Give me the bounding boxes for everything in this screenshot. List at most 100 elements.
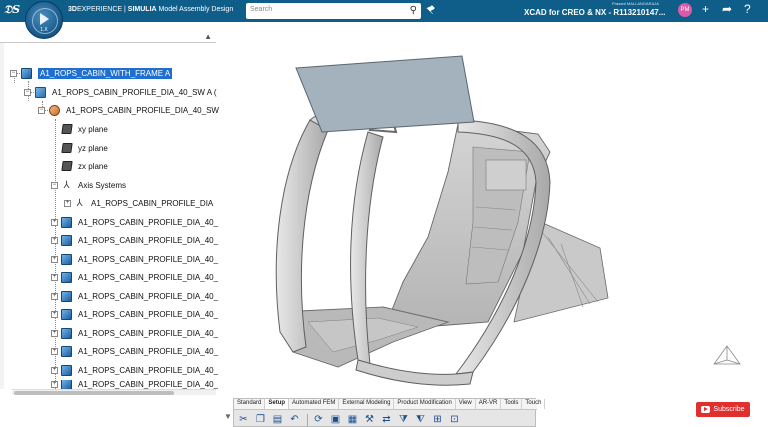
tree-node-body[interactable]: + A1_ROPS_CABIN_PROFILE_DIA_40_ <box>51 325 218 341</box>
tree-horizontal-scrollbar[interactable] <box>12 389 216 395</box>
tree-node-body[interactable]: + A1_ROPS_CABIN_PROFILE_DIA_40_ <box>51 232 218 248</box>
expand-toggle-icon[interactable]: + <box>51 236 58 244</box>
tree-node-label: A1_ROPS_CABIN_WITH_FRAME A <box>38 67 173 79</box>
tree-node-body[interactable]: + A1_ROPS_CABIN_PROFILE_DIA_40_ <box>51 214 218 230</box>
collapse-toggle-icon[interactable]: − <box>51 181 58 189</box>
tree-node-axis-child[interactable]: + ⅄ A1_ROPS_CABIN_PROFILE_DIA <box>64 195 213 211</box>
action-bar-expand-icon[interactable]: ▼ <box>224 412 232 421</box>
action-bar-tabs: Standard Setup Automated FEM External Mo… <box>234 399 546 410</box>
compass-button[interactable]: 1.X <box>25 1 63 39</box>
tab-ar-vr[interactable]: AR-VR <box>476 399 502 409</box>
expand-toggle-icon[interactable]: + <box>51 255 58 263</box>
tree-node-label: A1_ROPS_CABIN_PROFILE_DIA_40_ <box>78 291 219 301</box>
add-icon[interactable]: + <box>702 2 709 16</box>
scrollbar-thumb[interactable] <box>14 391 174 395</box>
subscribe-button[interactable]: Subscribe <box>696 402 750 417</box>
tab-standard[interactable]: Standard <box>234 399 266 409</box>
expand-toggle-icon[interactable]: + <box>51 347 58 355</box>
tree-node-label: A1_ROPS_CABIN_PROFILE_DIA_40_ <box>78 328 219 338</box>
tree-vertical-scrollbar[interactable] <box>0 43 4 389</box>
tree-node-product[interactable]: − A1_ROPS_CABIN_PROFILE_DIA_40_SW A ( <box>24 84 217 100</box>
dassault-logo: 𝔇S <box>4 3 21 16</box>
body-icon <box>61 345 72 357</box>
tree-node-root[interactable]: − A1_ROPS_CABIN_WITH_FRAME A <box>10 65 173 81</box>
tree-node-xy-plane[interactable]: xy plane <box>61 121 108 137</box>
collapse-toggle-icon[interactable]: − <box>10 69 17 77</box>
tree-node-axis-systems[interactable]: − ⅄ Axis Systems <box>51 177 126 193</box>
tab-automated-fem[interactable]: Automated FEM <box>289 399 340 409</box>
insert-part-icon[interactable]: ▣ <box>328 413 343 427</box>
expand-toggle-icon[interactable]: + <box>51 218 58 226</box>
tree-node-label: A1_ROPS_CABIN_PROFILE_DIA_40_ <box>78 346 219 356</box>
tree-node-body[interactable]: + A1_ROPS_CABIN_PROFILE_DIA_40_ <box>51 251 218 267</box>
tree-node-body[interactable]: + A1_ROPS_CABIN_PROFILE_DIA_40_ <box>51 380 218 389</box>
collapse-toggle-icon[interactable]: − <box>24 88 31 96</box>
tree-node-body[interactable]: + A1_ROPS_CABIN_PROFILE_DIA_40_ <box>51 306 218 322</box>
tab-external-modeling[interactable]: External Modeling <box>339 399 395 409</box>
plane-icon <box>61 161 73 171</box>
tree-node-part[interactable]: − A1_ROPS_CABIN_PROFILE_DIA_40_SW <box>38 102 219 118</box>
tab-tools[interactable]: Tools <box>501 399 523 409</box>
rops-cabin-model[interactable] <box>218 22 768 392</box>
expand-toggle-icon[interactable]: + <box>51 310 58 318</box>
body-icon <box>61 216 72 228</box>
expand-toggle-icon[interactable]: + <box>51 273 58 281</box>
tree-node-body[interactable]: + A1_ROPS_CABIN_PROFILE_DIA_40_ <box>51 269 218 285</box>
body-icon <box>61 271 72 283</box>
expand-toggle-icon[interactable]: + <box>51 381 58 388</box>
user-name: Prasant MALLANGARAJA <box>612 1 659 6</box>
youtube-icon <box>701 406 711 413</box>
avatar[interactable]: PM <box>678 3 692 17</box>
view-compass-icon[interactable] <box>710 344 744 372</box>
update-icon[interactable]: ⟳ <box>311 413 326 427</box>
tab-product-modification[interactable]: Product Modification <box>394 399 456 409</box>
tools-icon[interactable]: ⚒ <box>362 413 377 427</box>
body-icon <box>61 308 72 320</box>
tab-touch[interactable]: Touch <box>522 399 546 409</box>
tree-node-label: A1_ROPS_CABIN_PROFILE_DIA <box>91 198 214 208</box>
specification-tree: ▲ − A1_ROPS_CABIN_WITH_FRAME A − A1_ROPS… <box>0 32 219 395</box>
tag-icon[interactable]: ⚑ <box>424 1 440 17</box>
tree-node-body[interactable]: + A1_ROPS_CABIN_PROFILE_DIA_40_ <box>51 343 218 359</box>
tree-node-label: Axis Systems <box>78 180 127 190</box>
body-icon <box>61 290 72 302</box>
filter-settings-icon[interactable]: ⧨ <box>413 413 428 427</box>
measure-icon[interactable]: ⊞ <box>430 413 445 427</box>
search-icon[interactable]: ⚲ <box>410 5 417 16</box>
collab-space-selector[interactable]: XCAD for CREO & NX - R113210147... <box>524 8 665 17</box>
tree-node-yz-plane[interactable]: yz plane <box>61 140 108 156</box>
body-icon <box>61 380 72 389</box>
insert-product-icon[interactable]: ▦ <box>345 413 360 427</box>
expand-toggle-icon[interactable]: + <box>51 292 58 300</box>
undo-icon[interactable]: ↶ <box>287 413 302 427</box>
expand-toggle-icon[interactable]: + <box>64 199 71 207</box>
collapse-toggle-icon[interactable]: − <box>38 106 45 114</box>
axis-system-icon: ⅄ <box>76 197 83 209</box>
tab-view[interactable]: View <box>456 399 476 409</box>
body-icon <box>61 327 72 339</box>
tree-node-body[interactable]: + A1_ROPS_CABIN_PROFILE_DIA_40_ <box>51 362 218 378</box>
help-icon[interactable]: ? <box>744 2 751 16</box>
replace-icon[interactable]: ⇄ <box>379 413 394 427</box>
axis-system-icon: ⅄ <box>63 179 70 191</box>
expand-toggle-icon[interactable]: + <box>51 366 58 374</box>
fasten-icon[interactable]: ⊡ <box>447 413 462 427</box>
app-brand: 3DEXPERIENCE | SIMULIA Model Assembly De… <box>68 6 234 13</box>
expand-toggle-icon[interactable]: + <box>51 329 58 337</box>
tree-node-label: A1_ROPS_CABIN_PROFILE_DIA_40_ <box>78 380 219 389</box>
paste-icon[interactable]: ▤ <box>270 413 285 427</box>
tab-setup[interactable]: Setup <box>265 399 290 409</box>
search-input[interactable]: Search ⚲ <box>246 3 421 19</box>
tree-node-label: A1_ROPS_CABIN_PROFILE_DIA_40_ <box>78 217 219 227</box>
copy-icon[interactable]: ❐ <box>253 413 268 427</box>
tree-node-body[interactable]: + A1_ROPS_CABIN_PROFILE_DIA_40_ <box>51 288 218 304</box>
tree-node-label: A1_ROPS_CABIN_PROFILE_DIA_40_ <box>78 235 219 245</box>
subscribe-label: Subscribe <box>713 406 745 413</box>
tree-node-zx-plane[interactable]: zx plane <box>61 158 108 174</box>
tree-node-label: A1_ROPS_CABIN_PROFILE_DIA_40_ <box>78 272 219 282</box>
collapse-arrow-icon[interactable]: ▲ <box>204 32 212 41</box>
share-icon[interactable]: ➦ <box>722 2 732 16</box>
filter-icon[interactable]: ⧩ <box>396 413 411 427</box>
cut-icon[interactable]: ✂ <box>236 413 251 427</box>
3d-viewport[interactable] <box>218 22 768 392</box>
